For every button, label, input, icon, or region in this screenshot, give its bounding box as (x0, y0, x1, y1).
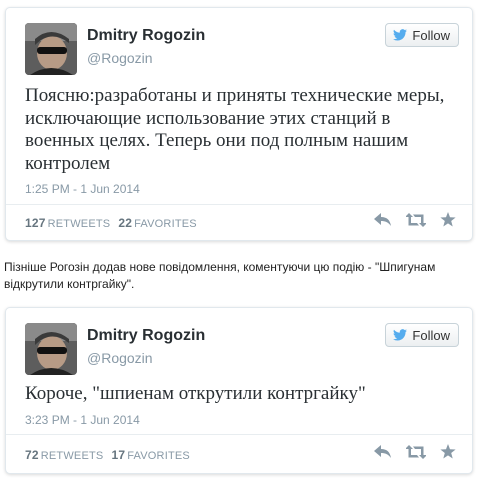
follow-button[interactable]: Follow (385, 23, 459, 47)
reply-icon[interactable] (374, 212, 392, 227)
tweet-card: Dmitry Rogozin @Rogozin Follow Короче, "… (5, 307, 473, 474)
retweets-label: RETWEETS (40, 450, 104, 462)
favorites-label: FAVORITES (127, 450, 190, 462)
author-name[interactable]: Dmitry Rogozin (87, 27, 205, 45)
favorites-label: FAVORITES (134, 218, 197, 230)
retweets-stat[interactable]: 127 RETWEETS (25, 216, 110, 230)
author-handle[interactable]: @Rogozin (87, 350, 153, 366)
twitter-bird-icon (393, 329, 408, 341)
tweet-text: Поясню:разработаны и приняты технические… (25, 85, 445, 174)
retweet-icon[interactable] (406, 212, 426, 227)
favorites-stat[interactable]: 22 FAVORITES (118, 216, 196, 230)
tweet-timestamp[interactable]: 1:25 PM - 1 Jun 2014 (25, 182, 140, 196)
avatar[interactable] (25, 323, 77, 375)
tweet-actions (374, 444, 456, 459)
tweet-stats: 127 RETWEETS 22 FAVORITES (25, 216, 197, 230)
twitter-bird-icon (393, 29, 408, 41)
follow-label: Follow (412, 27, 450, 43)
favorites-count: 22 (118, 216, 133, 230)
retweets-label: RETWEETS (47, 218, 111, 230)
divider (6, 434, 472, 435)
divider (6, 204, 472, 205)
author-handle[interactable]: @Rogozin (87, 50, 153, 66)
tweet-timestamp[interactable]: 3:23 PM - 1 Jun 2014 (25, 413, 140, 427)
tweet-stats: 72 RETWEETS 17 FAVORITES (25, 448, 190, 462)
caption-text: Пізніше Рогозін додав нове повідомлення,… (4, 260, 436, 291)
reply-icon[interactable] (374, 444, 392, 459)
favorites-count: 17 (111, 448, 126, 462)
retweets-count: 127 (25, 216, 46, 230)
retweet-icon[interactable] (406, 444, 426, 459)
favorite-star-icon[interactable] (440, 212, 456, 227)
tweet-text: Короче, "шпиенам открутили контргайку" (25, 383, 366, 404)
author-name[interactable]: Dmitry Rogozin (87, 327, 205, 345)
tweet-actions (374, 212, 456, 227)
favorites-stat[interactable]: 17 FAVORITES (111, 448, 189, 462)
favorite-star-icon[interactable] (440, 444, 456, 459)
avatar[interactable] (25, 23, 77, 75)
retweets-count: 72 (25, 448, 39, 462)
follow-button[interactable]: Follow (385, 323, 459, 347)
retweets-stat[interactable]: 72 RETWEETS (25, 448, 103, 462)
follow-label: Follow (412, 327, 450, 343)
tweet-card: Dmitry Rogozin @Rogozin Follow Поясню:ра… (5, 7, 473, 241)
